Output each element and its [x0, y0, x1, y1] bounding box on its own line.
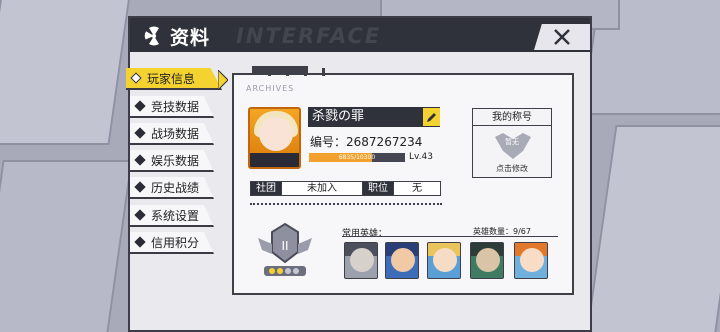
interface-watermark: INTERFACE — [236, 24, 382, 48]
player-id: 编号：2687267234 — [310, 133, 422, 150]
divider — [250, 203, 442, 205]
player-id-label: 编号： — [310, 135, 347, 149]
position-value: 无 — [393, 181, 441, 196]
tab-notch — [268, 68, 271, 76]
background-panel — [0, 160, 133, 332]
exp-text: 6835/10300 — [338, 154, 376, 161]
guild-value: 未加入 — [281, 181, 363, 196]
edit-name-button[interactable] — [423, 108, 440, 126]
hero-face — [350, 248, 374, 272]
sidebar-item-casual-data[interactable]: 娱乐数据 — [130, 150, 214, 172]
diamond-bullet-icon — [134, 209, 146, 221]
title-badge-label: 暂无 — [505, 138, 519, 146]
hero-portrait[interactable] — [344, 242, 378, 279]
sidebar-item-credit-score[interactable]: 信用积分 — [130, 232, 214, 254]
diamond-bullet-icon — [130, 72, 142, 84]
hero-face — [391, 248, 415, 272]
diamond-bullet-icon — [134, 181, 146, 193]
avatar[interactable] — [248, 107, 301, 169]
player-id-value: 2687267234 — [346, 135, 423, 149]
heroes-label: 常用英雄： — [342, 229, 388, 239]
hero-portrait[interactable] — [470, 242, 504, 279]
close-button[interactable] — [534, 24, 590, 50]
diamond-bullet-icon — [134, 127, 146, 139]
guild-label: 社团 — [250, 181, 282, 196]
sidebar-item-arena-data[interactable]: 竞技数据 — [130, 96, 214, 118]
sidebar-item-label: 信用积分 — [151, 235, 200, 250]
sidebar-item-settings[interactable]: 系统设置 — [130, 205, 214, 227]
sidebar-item-label: 娱乐数据 — [151, 153, 200, 168]
rank-emblem-icon[interactable]: II — [254, 220, 316, 282]
diamond-bullet-icon — [134, 154, 146, 166]
panel-tab — [252, 66, 308, 74]
sidebar-item-label: 历史战绩 — [151, 180, 200, 195]
avatar-frame-band — [250, 153, 299, 167]
background-panel — [0, 0, 131, 145]
sidebar-item-label: 战场数据 — [151, 126, 200, 141]
position-label: 职位 — [362, 181, 394, 196]
sidebar-item-label: 玩家信息 — [147, 71, 196, 86]
player-level: Lv.43 — [409, 152, 433, 162]
avatar-face — [259, 117, 293, 151]
sidebar-item-label: 竞技数据 — [151, 99, 200, 114]
hero-face — [433, 248, 457, 272]
hero-portrait[interactable] — [427, 242, 461, 279]
tab-notch — [304, 68, 307, 76]
title-edit-link[interactable]: 点击修改 — [473, 163, 551, 174]
diamond-bullet-icon — [134, 236, 146, 248]
sidebar-item-battlefield-data[interactable]: 战场数据 — [130, 123, 214, 145]
hero-portrait[interactable] — [514, 242, 548, 279]
heroes-divider — [342, 236, 558, 237]
diamond-bullet-icon — [134, 100, 146, 112]
hero-face — [520, 248, 544, 272]
player-name: 杀戮の罪 — [308, 107, 440, 127]
page-title: 资料 — [170, 27, 211, 49]
tab-notch — [322, 68, 325, 76]
title-card[interactable]: 我的称号 暂无 点击修改 — [472, 108, 552, 178]
section-label: ARCHIVES — [246, 84, 295, 93]
hero-face — [476, 248, 500, 272]
radiation-icon — [144, 26, 159, 46]
svg-text:II: II — [281, 239, 288, 253]
title-bar: 资料 INTERFACE — [130, 18, 590, 52]
close-icon — [554, 29, 570, 45]
sidebar-item-match-history[interactable]: 历史战绩 — [130, 177, 214, 199]
active-pointer-icon — [218, 70, 228, 90]
sidebar-item-label: 系统设置 — [151, 208, 200, 223]
hero-portrait[interactable] — [385, 242, 419, 279]
tab-notch — [286, 68, 289, 76]
sidebar-item-player-info[interactable]: 玩家信息 — [126, 68, 222, 90]
title-card-heading: 我的称号 — [473, 109, 551, 126]
pencil-icon — [427, 112, 436, 122]
background-panel — [584, 125, 720, 332]
